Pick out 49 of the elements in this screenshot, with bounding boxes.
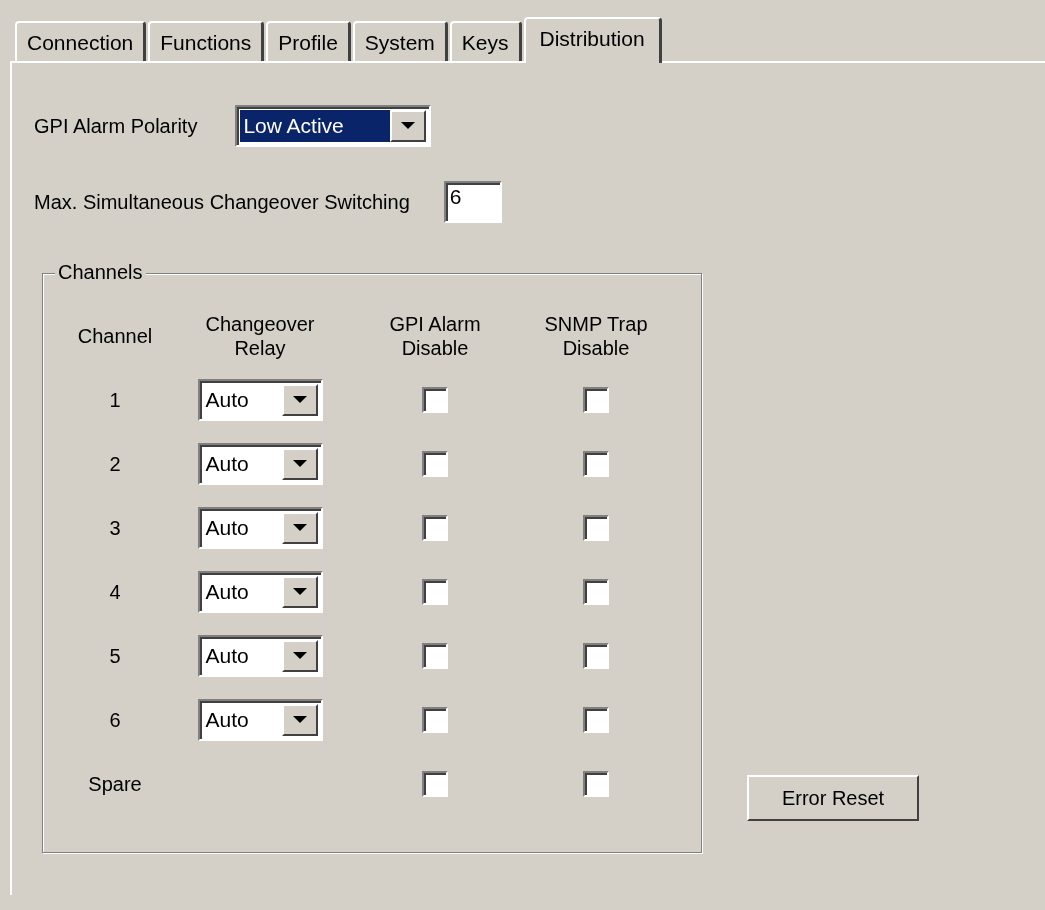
channel-number: 6 bbox=[109, 708, 121, 732]
dropdown[interactable]: Auto bbox=[197, 507, 323, 549]
dropdown-arrow-icon bbox=[292, 524, 307, 532]
error-reset-button[interactable]: Error Reset bbox=[747, 775, 919, 821]
tab[interactable]: Functions bbox=[148, 21, 265, 61]
tab[interactable]: Keys bbox=[449, 21, 522, 61]
checkbox[interactable] bbox=[422, 515, 448, 541]
column-header: Channel bbox=[76, 324, 154, 348]
dropdown-arrow-icon bbox=[292, 460, 307, 468]
dropdown-arrow-icon bbox=[292, 588, 307, 596]
dropdown-arrow-icon bbox=[292, 716, 307, 724]
field-label: Max. Simultaneous Changeover Switching bbox=[34, 190, 410, 214]
tab[interactable]: System bbox=[352, 21, 448, 61]
column-header: Changeover Relay bbox=[204, 312, 316, 360]
channel-number: 3 bbox=[109, 516, 121, 540]
dropdown-arrow-icon bbox=[292, 652, 307, 660]
dropdown[interactable]: Auto bbox=[197, 443, 323, 485]
tab[interactable]: Profile bbox=[266, 21, 351, 61]
column-header: GPI Alarm Disable bbox=[388, 312, 482, 360]
dropdown-arrow-icon bbox=[401, 122, 416, 130]
checkbox[interactable] bbox=[583, 387, 609, 413]
checkbox[interactable] bbox=[583, 707, 609, 733]
checkbox[interactable] bbox=[583, 771, 609, 797]
dropdown[interactable]: Auto bbox=[197, 571, 323, 613]
channel-number: 5 bbox=[109, 644, 121, 668]
checkbox[interactable] bbox=[422, 451, 448, 477]
checkbox[interactable] bbox=[583, 451, 609, 477]
dropdown[interactable]: Auto bbox=[197, 699, 323, 741]
checkbox[interactable] bbox=[422, 579, 448, 605]
column-header: SNMP Trap Disable bbox=[543, 312, 649, 360]
checkbox[interactable] bbox=[422, 387, 448, 413]
checkbox[interactable] bbox=[422, 643, 448, 669]
checkbox[interactable] bbox=[583, 515, 609, 541]
channel-number: Spare bbox=[88, 772, 142, 796]
field-label: GPI Alarm Polarity bbox=[34, 114, 198, 138]
input-field[interactable]: 6 bbox=[443, 181, 502, 223]
dropdown[interactable]: Low Active bbox=[235, 105, 432, 147]
tab[interactable]: Connection bbox=[15, 21, 147, 61]
tab[interactable]: Distribution bbox=[523, 17, 662, 63]
checkbox[interactable] bbox=[583, 579, 609, 605]
checkbox[interactable] bbox=[583, 643, 609, 669]
checkbox[interactable] bbox=[422, 771, 448, 797]
channel-number: 4 bbox=[109, 580, 121, 604]
checkbox[interactable] bbox=[422, 707, 448, 733]
dropdown-arrow-icon bbox=[292, 396, 307, 404]
dropdown[interactable]: Auto bbox=[197, 635, 323, 677]
channel-number: 2 bbox=[109, 452, 121, 476]
dropdown[interactable]: Auto bbox=[197, 379, 323, 421]
channel-number: 1 bbox=[109, 388, 121, 412]
